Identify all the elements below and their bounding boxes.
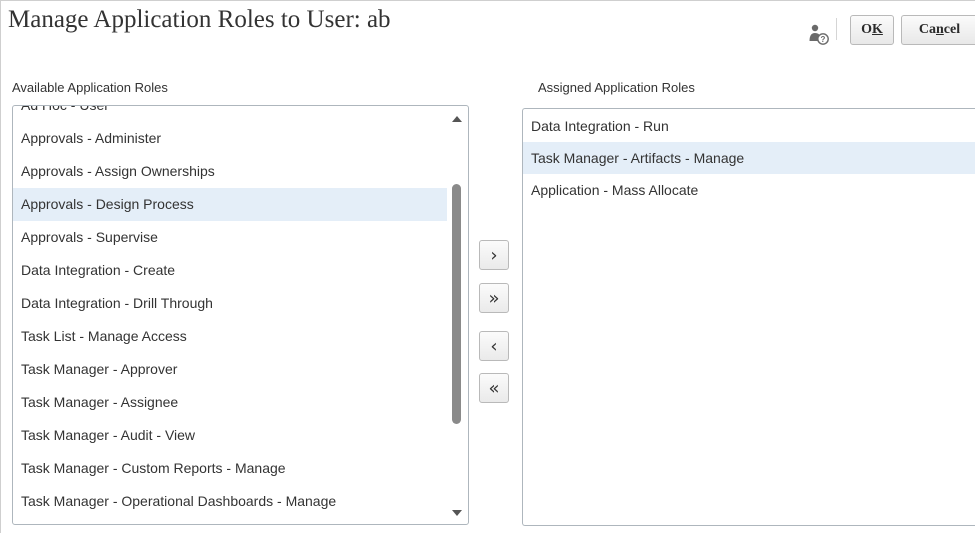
remove-selected-button[interactable]: ‹ [479, 331, 509, 361]
ok-label-accesskey: K [872, 22, 883, 37]
assigned-roles-label: Assigned Application Roles [538, 80, 695, 95]
list-item[interactable]: Approvals - Supervise [13, 221, 447, 254]
available-roles-label: Available Application Roles [12, 80, 168, 95]
cancel-label-accesskey: n [936, 22, 944, 37]
list-item[interactable]: Approvals - Administer [13, 122, 447, 155]
toolbar-divider [836, 18, 837, 40]
list-item[interactable]: Task Manager - Operational Dashboards - … [13, 485, 447, 518]
scroll-thumb[interactable] [452, 184, 461, 424]
ok-button[interactable]: OK [850, 15, 894, 45]
dialog-title: Manage Application Roles to User: ab [8, 6, 391, 33]
list-item[interactable]: Approvals - Design Process [13, 188, 447, 221]
assigned-roles-list[interactable]: Data Integration - Run Task Manager - Art… [522, 108, 975, 526]
list-item[interactable]: Data Integration - Drill Through [13, 287, 447, 320]
manage-roles-dialog: Manage Application Roles to User: ab ? O… [0, 0, 975, 533]
available-list-scrollbar[interactable] [446, 106, 468, 524]
list-item[interactable]: Task Manager - Audit - View [13, 419, 447, 452]
assigned-roles-items: Data Integration - Run Task Manager - Art… [523, 110, 975, 206]
cancel-label-post: cel [943, 22, 961, 37]
move-all-button[interactable]: » [479, 283, 509, 313]
list-item[interactable]: Task Manager - Approver [13, 353, 447, 386]
available-roles-list[interactable]: Ad Hoc - User Approvals - Administer Appro… [12, 105, 469, 525]
list-item[interactable]: Task Manager - Custom Reports - Manage [13, 452, 447, 485]
move-selected-button[interactable]: › [479, 240, 509, 270]
user-help-icon[interactable]: ? [808, 23, 832, 47]
cancel-label-pre: Ca [918, 22, 936, 37]
list-item[interactable]: Application - Mass Allocate [523, 174, 975, 206]
list-item[interactable]: Data Integration - Run [523, 110, 975, 142]
list-item[interactable]: Data Integration - Create [13, 254, 447, 287]
available-roles-items: Ad Hoc - User Approvals - Administer Appro… [13, 106, 447, 518]
scroll-up-arrow-icon[interactable] [452, 116, 462, 122]
cancel-button[interactable]: Ca n cel [901, 15, 975, 45]
svg-text:?: ? [821, 35, 826, 44]
list-item[interactable]: Task Manager - Artifacts - Manage [523, 142, 975, 174]
scroll-down-arrow-icon[interactable] [452, 510, 462, 516]
list-item[interactable]: Ad Hoc - User [13, 106, 447, 122]
ok-label-pre: O [861, 22, 872, 37]
list-item[interactable]: Approvals - Assign Ownerships [13, 155, 447, 188]
remove-all-button[interactable]: « [479, 373, 509, 403]
list-item[interactable]: Task List - Manage Access [13, 320, 447, 353]
list-item[interactable]: Task Manager - Assignee [13, 386, 447, 419]
